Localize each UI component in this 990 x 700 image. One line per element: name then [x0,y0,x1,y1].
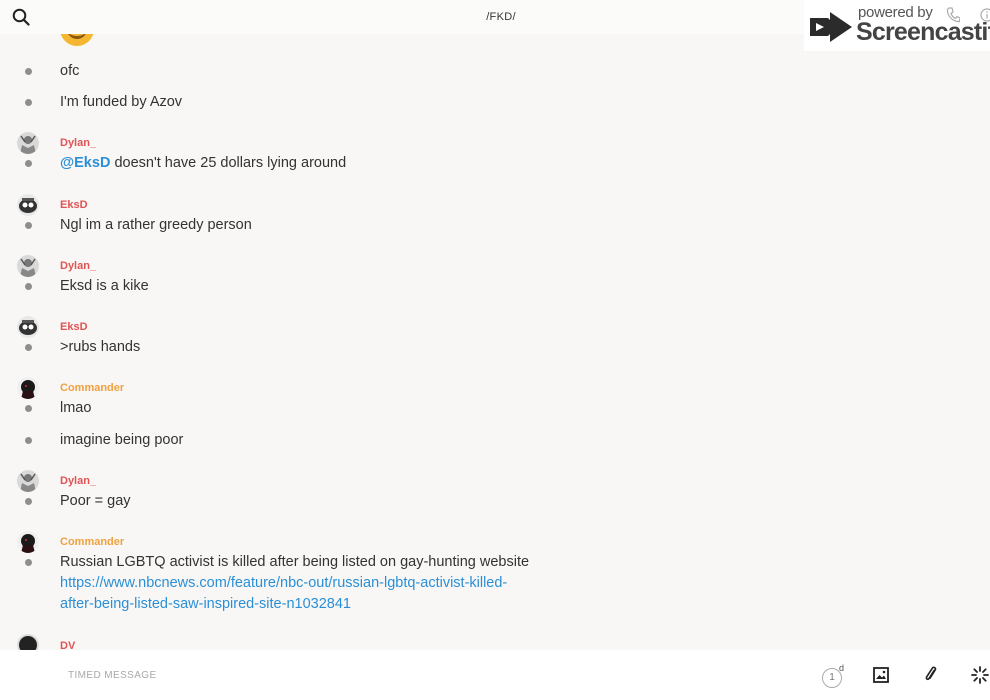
user-avatar[interactable] [17,316,39,338]
message-bullet [25,405,32,412]
message-author[interactable]: Dylan_ [60,137,96,149]
user-avatar[interactable] [17,377,39,399]
user-avatar[interactable] [17,255,39,277]
message-author[interactable]: Dylan_ [60,260,96,272]
message-author[interactable]: Dylan_ [60,475,96,487]
message-text: @EksD doesn't have 25 dollars lying arou… [60,153,346,174]
message-author[interactable]: DV [60,640,75,650]
timer-unit: d [839,663,845,673]
message-text: Poor = gay [60,493,131,509]
user-avatar[interactable] [17,634,39,650]
message-list[interactable]: ofc I'm funded by Azov Dylan_ @EksD does… [0,34,990,650]
loading-spinner-icon [971,666,989,684]
message-text: >rubs hands [60,339,141,355]
message-bullet [25,68,32,75]
message-link[interactable]: https://www.nbcnews.com/feature/nbc-out/… [60,573,540,615]
message-author[interactable]: Commander [60,382,124,394]
message-author[interactable]: EksD [60,199,88,211]
message-text: Eksd is a kike [60,278,149,294]
user-avatar[interactable] [17,470,39,492]
info-icon[interactable] [980,8,990,22]
user-avatar[interactable] [17,132,39,154]
user-avatar[interactable] [17,531,39,553]
image-icon[interactable] [873,667,889,683]
message-text: Ngl im a rather greedy person [60,217,252,233]
message-bullet [25,222,32,229]
message-bullet [25,99,32,106]
phone-icon[interactable] [946,7,960,23]
message-bullet [25,160,32,167]
composer-bar: TIMED MESSAGE 1 d [0,650,990,700]
timer-icon[interactable]: 1 d [822,663,845,688]
user-mention[interactable]: @EksD [60,155,110,171]
message-bullet [25,498,32,505]
message-text-body: Russian LGBTQ activist is killed after b… [60,554,530,570]
message-text: ofc [60,63,80,79]
smiley-emoji-icon [60,34,94,46]
message-author[interactable]: EksD [60,321,88,333]
message-text: Russian LGBTQ activist is killed after b… [60,552,540,615]
message-author[interactable]: Commander [60,536,124,548]
message-bullet [25,437,32,444]
message-text-body: doesn't have 25 dollars lying around [110,155,347,171]
paperclip-icon[interactable] [922,665,940,685]
message-bullet [25,283,32,290]
user-avatar[interactable] [17,194,39,216]
message-input[interactable]: TIMED MESSAGE [68,670,157,681]
message-bullet [25,344,32,351]
message-text: imagine being poor [60,432,184,448]
message-text: I'm funded by Azov [60,94,183,110]
message-bullet [25,559,32,566]
message-text: lmao [60,400,92,416]
